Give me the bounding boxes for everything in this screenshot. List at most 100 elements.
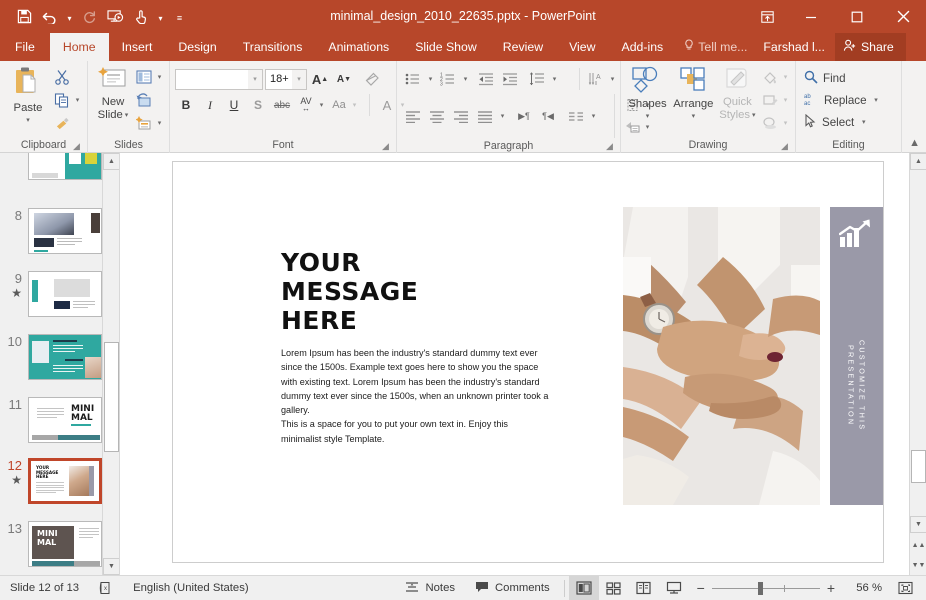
scrollbar-thumb[interactable] [104,342,119,452]
character-spacing-caret[interactable]: ▾ [317,101,326,109]
start-slideshow-icon[interactable] [103,6,127,28]
new-slide-button[interactable]: New Slide▾ [93,64,133,122]
font-name-input[interactable]: ▾ [175,69,263,90]
list-item[interactable]: 12 ★ YOURMESSAGEHERE [0,451,102,504]
font-size-dropdown-caret[interactable]: ▾ [292,70,306,89]
reading-view-icon[interactable] [629,576,659,600]
customize-qat-icon[interactable]: ≡ [174,6,185,28]
thumbnail-slide-13[interactable]: MINIMAL [28,521,102,567]
slide-body-text[interactable]: Lorem Ipsum has been the industry's stan… [281,346,549,446]
font-name-dropdown-caret[interactable]: ▾ [248,70,262,89]
align-left-icon[interactable] [402,105,424,127]
thumbnail-slide-9[interactable] [28,271,102,317]
slide-title[interactable]: YOUR MESSAGE HERE [281,248,418,335]
paste-button[interactable]: Paste ▾ [5,64,51,127]
shape-outline-caret[interactable]: ▾ [781,96,790,104]
touch-mouse-mode-icon[interactable] [129,6,153,28]
quick-styles-dropdown-caret[interactable]: ▾ [752,109,756,122]
italic-button[interactable]: I [199,94,221,116]
bold-button[interactable]: B [175,94,197,116]
tab-add-ins[interactable]: Add-ins [609,33,677,61]
list-item[interactable]: 13 MINIMAL [0,514,102,567]
tab-insert[interactable]: Insert [109,33,166,61]
scroll-up-arrow-icon[interactable]: ▲ [910,153,926,170]
previous-slide-button[interactable]: ▲▲ [910,537,926,554]
list-item[interactable]: 8 [0,201,102,254]
next-slide-button[interactable]: ▼▼ [910,557,926,574]
thumbnail-slide-12[interactable]: YOURMESSAGEHERE [28,458,102,504]
zoom-control[interactable]: − + 56 % [689,580,890,596]
strikethrough-button[interactable]: abc [271,94,293,116]
bullets-icon[interactable] [402,68,424,90]
notes-button[interactable]: Notes [395,576,465,600]
rtl-direction-icon[interactable]: ¶◀ [537,105,559,127]
cut-button[interactable] [51,66,73,88]
replace-caret[interactable]: ▾ [872,96,881,104]
ribbon-display-options-icon[interactable] [746,0,788,33]
thumbnail-slide-10[interactable] [28,334,102,380]
section-dropdown-caret[interactable]: ▾ [155,119,164,127]
text-shadow-button[interactable]: S [247,94,269,116]
decrease-font-size-button[interactable]: A▼ [333,68,355,90]
replace-button[interactable]: abac Replace ▾ [801,89,884,111]
undo-icon[interactable] [38,6,62,28]
bullets-caret[interactable]: ▾ [426,75,435,83]
line-spacing-caret[interactable]: ▾ [550,75,559,83]
find-button[interactable]: Find [801,67,849,89]
slide-sorter-icon[interactable] [599,576,629,600]
comments-button[interactable]: Comments [465,576,560,600]
increase-indent-icon[interactable] [499,68,521,90]
save-icon[interactable] [12,6,36,28]
line-spacing-icon[interactable] [526,68,548,90]
thumbnail-scrollbar[interactable]: ▲ ▼ [102,153,119,575]
clipboard-dialog-launcher[interactable]: ◢ [73,141,83,151]
slide-show-icon[interactable] [659,576,689,600]
arrange-dropdown-caret[interactable]: ▾ [692,110,696,123]
tab-slide-show[interactable]: Slide Show [402,33,490,61]
scroll-down-arrow-icon[interactable]: ▼ [910,516,926,533]
drawing-dialog-launcher[interactable]: ◢ [781,141,791,151]
scroll-up-arrow-icon[interactable]: ▲ [103,153,120,170]
slide-editing-pane[interactable]: YOUR MESSAGE HERE Lorem Ipsum has been t… [120,153,909,575]
arrange-button[interactable]: Arrange ▾ [671,64,716,123]
tell-me-search[interactable]: Tell me... [676,33,755,61]
fit-slide-to-window-icon[interactable] [890,576,920,600]
font-dialog-launcher[interactable]: ◢ [382,141,392,151]
slide-counter[interactable]: Slide 12 of 13 [0,576,89,600]
reset-button[interactable] [133,89,155,111]
tab-transitions[interactable]: Transitions [230,33,316,61]
thumbnail-slide-8[interactable] [28,208,102,254]
close-button[interactable] [880,0,926,33]
shapes-dropdown-caret[interactable]: ▾ [646,110,650,123]
justify-icon[interactable] [474,105,496,127]
tab-review[interactable]: Review [490,33,556,61]
list-item[interactable]: 9 ★ [0,264,102,317]
paragraph-dialog-launcher[interactable]: ◢ [606,141,616,151]
zoom-out-button[interactable]: − [697,580,705,596]
shape-fill-caret[interactable]: ▾ [781,73,790,81]
current-slide-canvas[interactable]: YOUR MESSAGE HERE Lorem Ipsum has been t… [172,161,884,563]
language-indicator[interactable]: English (United States) [123,576,259,600]
slide-pane-scrollbar[interactable]: ▲ ▼ ▲▲ ▼▼ [909,153,926,575]
paste-dropdown-caret[interactable]: ▾ [26,114,30,127]
clear-formatting-button[interactable] [361,68,383,90]
font-color-button[interactable]: A [376,94,398,116]
slide-thumbnail-panel[interactable]: 7 8 [0,153,120,575]
shape-outline-icon[interactable] [759,89,781,111]
new-slide-dropdown-caret[interactable]: ▾ [125,109,129,122]
tab-view[interactable]: View [556,33,608,61]
list-item[interactable]: 11 MINIMAL [0,390,102,443]
underline-button[interactable]: U [223,94,245,116]
decrease-indent-icon[interactable] [475,68,497,90]
tab-home[interactable]: Home [50,33,109,61]
layout-button[interactable] [133,66,155,88]
list-item[interactable]: 7 [0,153,102,180]
center-icon[interactable] [426,105,448,127]
thumbnail-slide-7[interactable] [28,153,102,180]
numbering-caret[interactable]: ▾ [461,75,470,83]
align-right-icon[interactable] [450,105,472,127]
layout-dropdown-caret[interactable]: ▾ [155,73,164,81]
ltr-direction-icon[interactable]: ▶¶ [513,105,535,127]
copy-dropdown-caret[interactable]: ▾ [73,96,82,104]
undo-dropdown-caret[interactable]: ▾ [64,6,75,28]
